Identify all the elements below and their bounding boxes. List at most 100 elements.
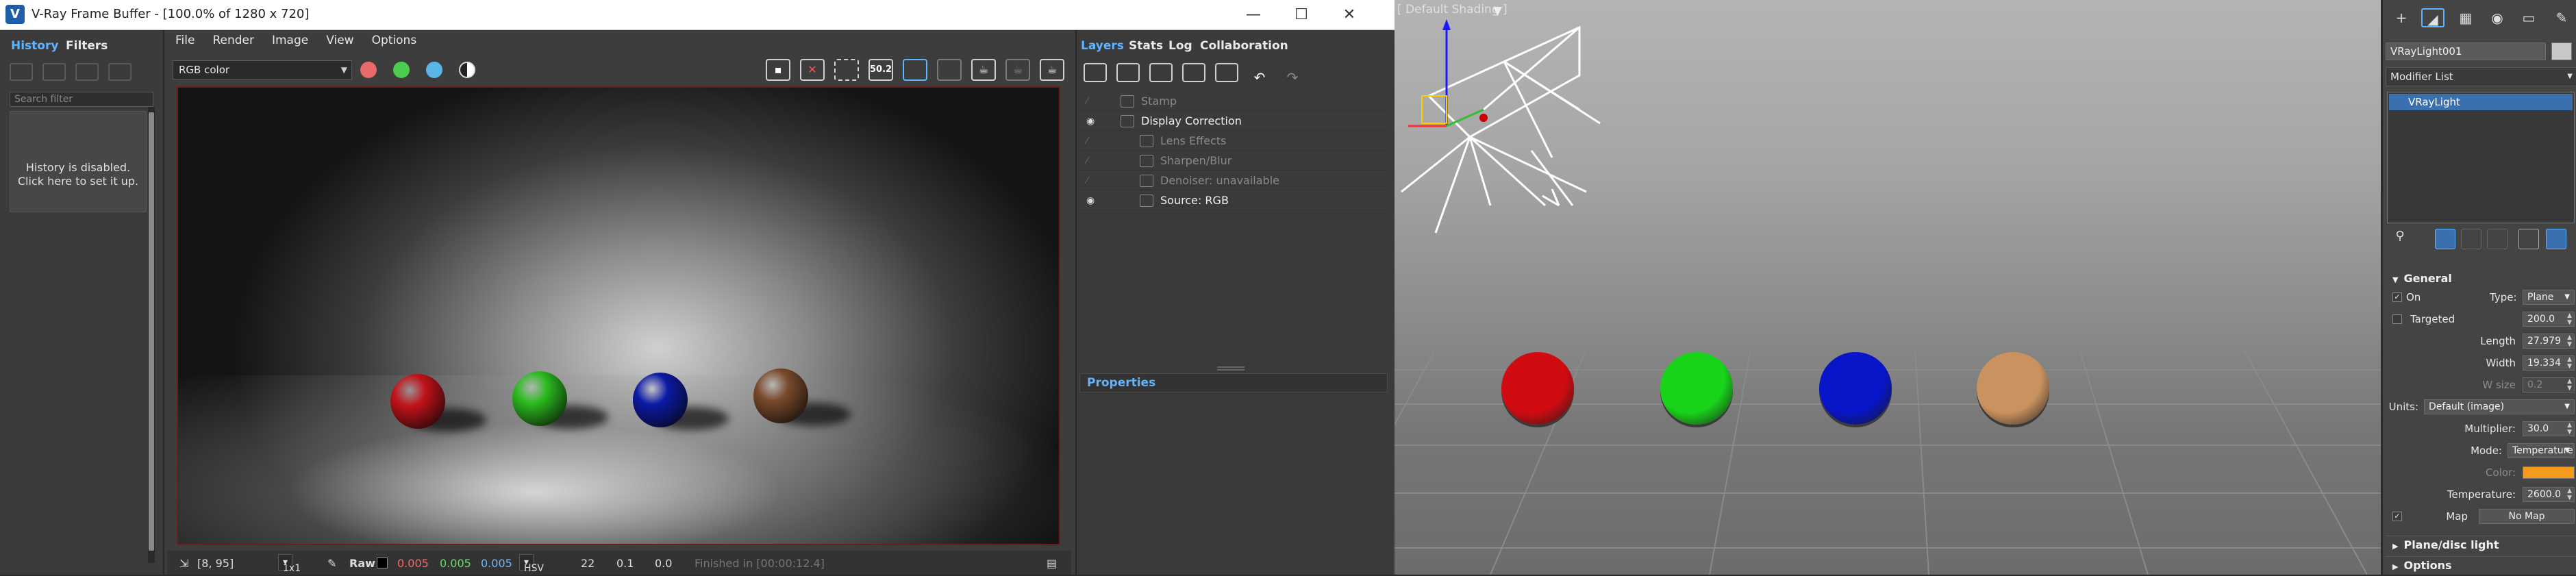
length-spinner[interactable]: 27.979 ▲ ▼	[2523, 334, 2575, 349]
tab-filters[interactable]: Filters	[60, 34, 113, 58]
layer-row[interactable]: ⁄ Lens Effects	[1079, 132, 1388, 151]
temperature-label: Temperature:	[2447, 488, 2516, 501]
menu-render[interactable]: Render	[212, 30, 254, 51]
display-tab-icon[interactable]: ▭	[2517, 8, 2540, 27]
tab-history[interactable]: History	[5, 34, 64, 58]
viewport-sphere-red[interactable]	[1501, 352, 1574, 425]
targeted-spinner[interactable]: 200.0 ▲ ▼	[2523, 312, 2575, 327]
layer-row[interactable]: ◉ Source: RGB	[1079, 191, 1388, 210]
utilities-tab-icon[interactable]: ✎	[2550, 8, 2573, 27]
channel-select[interactable]: RGB color ▼	[173, 60, 352, 79]
history-disabled-message[interactable]: History is disabled. Click here to set i…	[10, 111, 147, 212]
delete-layer-icon[interactable]	[1116, 63, 1140, 82]
map-checkbox[interactable]: ✓	[2392, 512, 2402, 521]
tab-layers[interactable]: Layers	[1081, 34, 1124, 58]
menu-image[interactable]: Image	[272, 30, 308, 51]
motion-tab-icon[interactable]: ◉	[2486, 8, 2509, 27]
load-layers-icon[interactable]	[1182, 63, 1205, 82]
configure-sets-icon[interactable]	[2518, 229, 2539, 249]
eye-off-icon[interactable]: ⁄	[1086, 132, 1100, 151]
render-view[interactable]	[177, 86, 1060, 545]
add-layer-icon[interactable]	[1084, 63, 1107, 82]
viewport[interactable]: [ Default Shading ] ▼	[1395, 0, 2381, 575]
save-layers-icon[interactable]	[1149, 63, 1173, 82]
history-search-input[interactable]: Search filter	[10, 92, 153, 107]
temperature-spinner[interactable]: 2600.0 ▲ ▼	[2523, 487, 2575, 502]
panel-splitter[interactable]	[1217, 366, 1245, 371]
colorspace-select[interactable]: HSV ▾	[519, 554, 544, 574]
mode-dropdown[interactable]: Temperature ▼	[2508, 443, 2575, 458]
region-render-icon[interactable]	[834, 59, 859, 81]
eye-icon[interactable]: ◉	[1086, 112, 1100, 131]
alpha-channel-icon[interactable]	[459, 62, 475, 78]
track-mouse-icon[interactable]	[903, 59, 927, 81]
close-button[interactable]: ✕	[1325, 0, 1373, 30]
show-end-result-icon[interactable]	[2435, 229, 2455, 249]
on-checkbox[interactable]: ✓	[2392, 292, 2402, 302]
hierarchy-tab-icon[interactable]: ▦	[2454, 8, 2477, 27]
color-picker-icon[interactable]: ✎	[327, 557, 336, 570]
eye-off-icon[interactable]: ⁄	[1086, 92, 1100, 111]
section-general[interactable]: ▼ General	[2386, 270, 2576, 288]
layer-row[interactable]: ⁄ Denoiser: unavailable	[1079, 171, 1388, 190]
type-dropdown[interactable]: Plane ▼	[2523, 290, 2575, 305]
targeted-checkbox[interactable]	[2392, 314, 2402, 324]
stack-item-vraylight[interactable]: VRayLight	[2389, 94, 2573, 110]
object-name-field[interactable]: VRayLight001	[2386, 42, 2546, 60]
modifier-stack[interactable]: VRayLight	[2387, 92, 2575, 223]
viewport-sphere-tan[interactable]	[1977, 352, 2049, 425]
menu-list-icon[interactable]	[2546, 229, 2566, 249]
history-compare-icon[interactable]	[42, 63, 66, 81]
red-channel-button[interactable]	[360, 62, 377, 78]
layer-row[interactable]: ◉ Display Correction	[1079, 112, 1388, 131]
map-button[interactable]: No Map	[2479, 509, 2575, 524]
blue-channel-button[interactable]	[426, 62, 442, 78]
modify-tab-icon[interactable]: ◢	[2421, 8, 2444, 27]
layer-list-icon[interactable]	[1215, 63, 1238, 82]
clear-image-icon[interactable]: ✕	[800, 59, 825, 81]
layer-row[interactable]: ⁄ Sharpen/Blur	[1079, 151, 1388, 171]
viewport-label[interactable]: [ Default Shading ]	[1397, 3, 1508, 16]
history-delete-icon[interactable]	[108, 63, 132, 81]
section-options[interactable]: ▶ Options	[2386, 556, 2576, 574]
object-color-swatch[interactable]	[2551, 42, 2572, 60]
history-scrollbar[interactable]	[148, 107, 155, 563]
vfb-title: V-Ray Frame Buffer - [100.0% of 1280 x 7…	[32, 7, 310, 21]
filter-icon[interactable]: ▼	[1493, 4, 1502, 18]
layer-row[interactable]: ⁄ Stamp	[1079, 92, 1388, 111]
history-save-icon[interactable]	[10, 63, 33, 81]
tab-log[interactable]: Log	[1168, 34, 1192, 58]
minimize-button[interactable]: —	[1229, 0, 1277, 30]
expand-triangle-icon: ▶	[2392, 562, 2399, 571]
menu-file[interactable]: File	[175, 30, 195, 51]
eye-off-icon[interactable]: ⁄	[1086, 171, 1100, 190]
save-image-icon[interactable]: ▪	[766, 59, 790, 81]
history-load-icon[interactable]	[75, 63, 99, 81]
zoom-select[interactable]: 1x1 ▾	[278, 554, 301, 574]
tab-stats[interactable]: Stats	[1129, 34, 1163, 58]
modifier-list-dropdown[interactable]: Modifier List ▼	[2386, 67, 2576, 86]
render-teapot-icon[interactable]: ☕	[1040, 59, 1064, 81]
create-tab-icon[interactable]: +	[2390, 8, 2413, 27]
tab-collaboration[interactable]: Collaboration	[1200, 34, 1288, 58]
menu-view[interactable]: View	[326, 30, 353, 51]
width-spinner[interactable]: 19.334 ▲ ▼	[2523, 355, 2575, 371]
pin-stack-icon[interactable]: ⚲	[2390, 229, 2410, 249]
interactive-render-icon[interactable]: ☕	[971, 59, 996, 81]
viewport-sphere-green[interactable]	[1660, 352, 1733, 425]
eye-icon[interactable]: ◉	[1086, 191, 1100, 210]
menu-options[interactable]: Options	[372, 30, 417, 51]
viewport-sphere-blue[interactable]	[1819, 352, 1892, 425]
eye-off-icon[interactable]: ⁄	[1086, 151, 1100, 171]
section-plane-disc[interactable]: ▶ Plane/disc light	[2386, 536, 2576, 553]
light-color-swatch[interactable]	[2523, 466, 2575, 479]
color-label: Color:	[2486, 466, 2516, 479]
pick-pixel-icon[interactable]: ⇲	[179, 557, 188, 570]
multiplier-spinner[interactable]: 30.0 ▲ ▼	[2523, 421, 2575, 436]
maximize-button[interactable]: ☐	[1277, 0, 1325, 30]
lens-value-icon[interactable]: 50.2	[868, 59, 893, 81]
undo-icon[interactable]: ↶	[1248, 69, 1271, 88]
units-dropdown[interactable]: Default (image) ▼	[2424, 399, 2575, 414]
green-channel-button[interactable]	[393, 62, 410, 78]
log-toggle-icon[interactable]: ▤	[1047, 557, 1057, 570]
